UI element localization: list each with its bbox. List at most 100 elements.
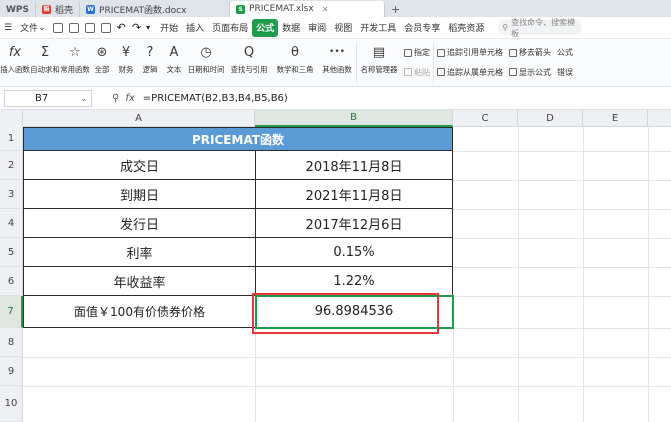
remove-arrows-button[interactable]: 移去箭头 [509, 47, 551, 58]
daoke-icon: 稻 [42, 5, 52, 14]
file-menu[interactable]: 文件 ⌄ [16, 19, 50, 37]
print-icon[interactable] [68, 22, 79, 33]
cell-a7[interactable]: 面值￥100有价债券价格 [24, 296, 256, 328]
command-search[interactable]: ⚲ 查找命令、搜索模板 [498, 18, 583, 38]
arrow-tools: 移去箭头 显示公式 [506, 39, 554, 86]
fx-label[interactable]: fx [125, 93, 134, 104]
star-icon: ☆ [69, 44, 81, 60]
paste-names-button[interactable]: 粘贴 [404, 67, 430, 78]
formula-audit-button[interactable]: 公式 [557, 47, 573, 58]
column-header-a[interactable]: A [23, 110, 255, 127]
all-functions-button[interactable]: ⊛ 全部 [90, 39, 114, 86]
gridline [453, 328, 454, 422]
save-icon[interactable] [52, 22, 63, 33]
gridline [23, 357, 671, 358]
column-header-d[interactable]: D [518, 110, 583, 127]
more-functions-button[interactable]: ••• 其他函数 [318, 39, 356, 86]
math-button[interactable]: θ 数学和三角 [272, 39, 318, 86]
tab-daoke[interactable]: 稻 稻壳 [36, 2, 81, 17]
row-header-1[interactable]: 1 [0, 127, 23, 151]
new-tab-button[interactable]: + [385, 2, 406, 17]
cell-a4[interactable]: 发行日 [24, 209, 256, 238]
chevron-down-icon: ⌄ [80, 93, 87, 103]
text-button[interactable]: A 文本 [162, 39, 186, 86]
table-title-cell[interactable]: PRICEMAT函数 [24, 128, 453, 151]
cell-a5[interactable]: 利率 [24, 238, 256, 267]
select-all-corner[interactable] [0, 110, 23, 127]
row-header-5[interactable]: 5 [0, 238, 23, 267]
cell-b6[interactable]: 1.22% [256, 267, 453, 296]
row-header-6[interactable]: 6 [0, 267, 23, 296]
cell-a2[interactable]: 成交日 [24, 151, 256, 180]
cell-a3[interactable]: 到期日 [24, 180, 256, 209]
logic-icon: ? [146, 44, 154, 60]
menu-formulas[interactable]: 公式 [252, 18, 279, 37]
tab-wps[interactable]: WPS [0, 2, 37, 17]
show-formulas-button[interactable]: 显示公式 [509, 67, 551, 78]
menu-data[interactable]: 数据 [278, 19, 304, 37]
menu-developer[interactable]: 开发工具 [356, 19, 400, 37]
trace-dependents-button[interactable]: 追踪从属单元格 [437, 67, 503, 78]
formula-ribbon: fx 插入函数 Σ 自动求和 ☆ 常用函数 ⊛ 全部 ¥ 财务 ? 逻辑 A 文本 ◷ 日期和时… [0, 39, 671, 87]
menu-start[interactable]: 开始 [156, 19, 182, 37]
menu-page-layout[interactable]: 页面布局 [208, 19, 252, 37]
finance-icon: ¥ [121, 44, 131, 60]
row-header-3[interactable]: 3 [0, 180, 23, 209]
cell-b4[interactable]: 2017年12月6日 [256, 209, 453, 238]
row-header-2[interactable]: 2 [0, 151, 23, 180]
column-header-e[interactable]: E [583, 110, 648, 127]
menu-daoke-resources[interactable]: 稻壳资源 [444, 19, 488, 37]
menu-member[interactable]: 会员专享 [400, 19, 444, 37]
menu-review[interactable]: 审阅 [304, 19, 330, 37]
gridline [453, 151, 671, 152]
hamburger-icon[interactable]: ☰ [0, 19, 16, 37]
column-header-b[interactable]: B [255, 110, 453, 127]
cell-b7[interactable]: 96.8984536 [256, 296, 453, 328]
redo-icon[interactable]: ↷ [132, 21, 141, 34]
zoom-icon[interactable]: ⚲ [112, 93, 119, 104]
close-icon[interactable]: ✕ [322, 5, 329, 14]
cell-b5[interactable]: 0.15% [256, 238, 453, 267]
tab-docx[interactable]: W PRICEMAT函数.docx [80, 2, 231, 17]
insert-function-button[interactable]: fx 插入函数 [0, 39, 30, 86]
show-formulas-icon [509, 68, 517, 77]
cell-b2[interactable]: 2018年11月8日 [256, 151, 453, 180]
tab-xlsx[interactable]: S PRICEMAT.xlsx ✕ [230, 1, 386, 17]
column-header-c[interactable]: C [453, 110, 518, 127]
name-manager-button[interactable]: ▤ 名称管理器 [357, 39, 401, 86]
format-painter-icon[interactable] [100, 22, 111, 33]
sum-icon: Σ [40, 44, 50, 60]
error-check-button[interactable]: 错误 [557, 67, 573, 78]
print-preview-icon[interactable] [84, 22, 95, 33]
audit-tools: 追踪引用单元格 追踪从属单元格 [434, 39, 506, 86]
common-functions-button[interactable]: ☆ 常用函数 [60, 39, 90, 86]
name-box[interactable]: B7 ⌄ [4, 89, 92, 107]
formula-input[interactable]: =PRICEMAT(B2,B3,B4,B5,B6) [143, 93, 288, 104]
datetime-icon: ◷ [200, 44, 212, 60]
cell-b3[interactable]: 2021年11月8日 [256, 180, 453, 209]
gridline [648, 127, 649, 422]
lookup-button[interactable]: Q 查找与引用 [226, 39, 272, 86]
trace-precedents-button[interactable]: 追踪引用单元格 [437, 47, 503, 58]
menu-insert[interactable]: 插入 [182, 19, 208, 37]
cell-a6[interactable]: 年收益率 [24, 267, 256, 296]
row-header-4[interactable]: 4 [0, 209, 23, 238]
row-header-8[interactable]: 8 [0, 328, 23, 357]
gridline [453, 209, 671, 210]
finance-button[interactable]: ¥ 财务 [114, 39, 138, 86]
menu-view[interactable]: 视图 [330, 19, 356, 37]
spreadsheet-grid: A B C D E 1 2 3 4 5 6 7 8 9 10 PRICEMAT函… [0, 110, 671, 422]
logic-button[interactable]: ? 逻辑 [138, 39, 162, 86]
row-header-7[interactable]: 7 [0, 296, 23, 328]
undo-icon[interactable]: ↶ [117, 21, 126, 34]
dropdown-icon[interactable]: ▾ [146, 23, 150, 32]
tab-label: 稻壳 [55, 6, 74, 16]
gridline [453, 238, 671, 239]
window-tab-bar: WPS 稻 稻壳 W PRICEMAT函数.docx S PRICEMAT.xl… [0, 0, 671, 17]
autosum-button[interactable]: Σ 自动求和 [30, 39, 60, 86]
datetime-button[interactable]: ◷ 日期和时间 [186, 39, 226, 86]
column-headers: A B C D E [0, 110, 671, 127]
specify-button[interactable]: 指定 [404, 47, 430, 58]
row-header-10[interactable]: 10 [0, 386, 23, 422]
row-header-9[interactable]: 9 [0, 357, 23, 386]
